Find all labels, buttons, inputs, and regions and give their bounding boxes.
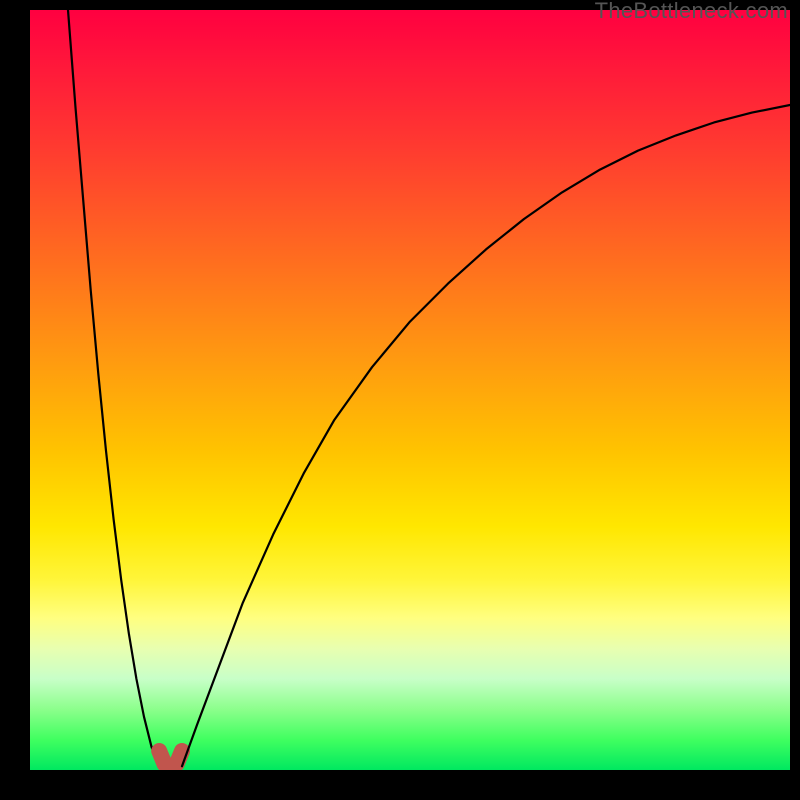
chart-stage: TheBottleneck.com bbox=[0, 0, 800, 800]
curve-svg bbox=[30, 10, 790, 770]
series-valley-marker bbox=[159, 751, 182, 766]
series-left-branch bbox=[68, 10, 159, 766]
series-right-branch bbox=[182, 105, 790, 766]
plot-area bbox=[30, 10, 790, 770]
watermark-label: TheBottleneck.com bbox=[595, 0, 788, 24]
